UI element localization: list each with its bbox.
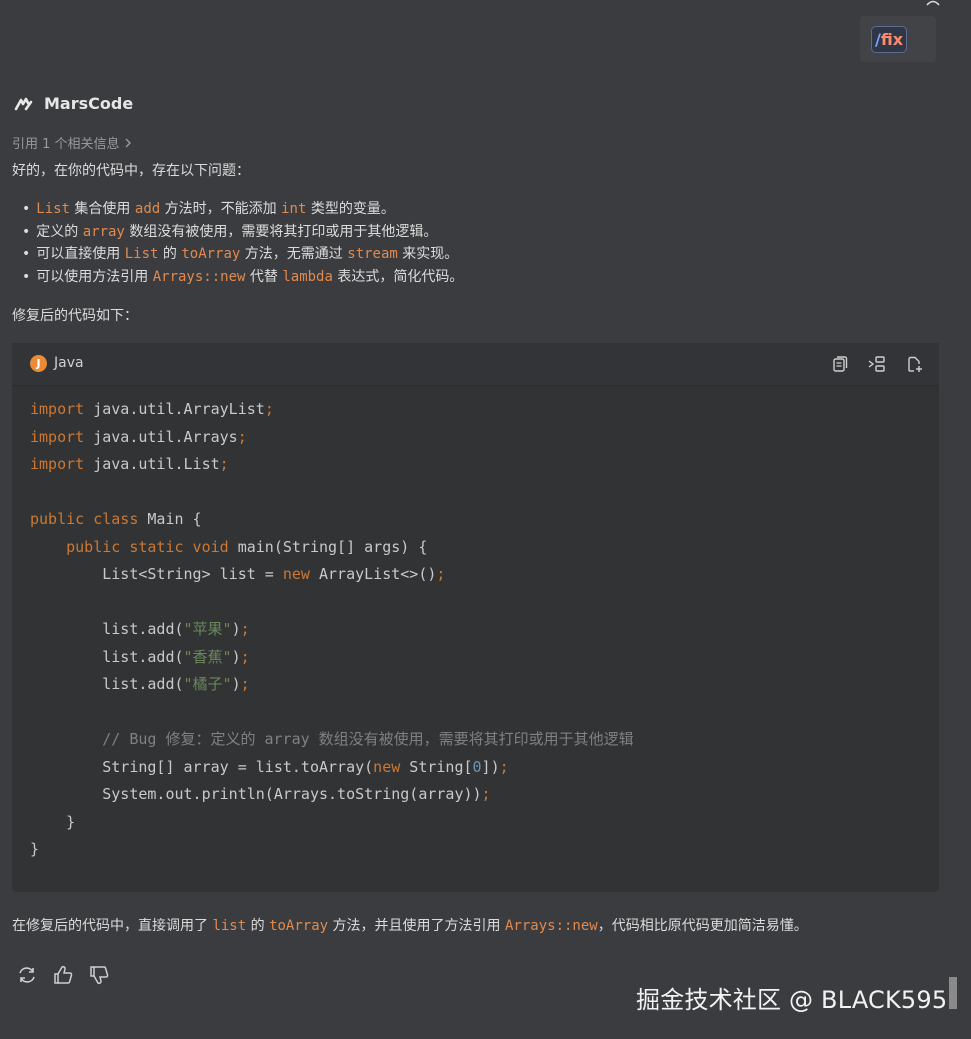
code-line: String[] array = list.toArray(new String… — [30, 757, 509, 776]
reference-label: 引用 1 个相关信息 — [12, 137, 120, 152]
chevron-right-icon — [125, 138, 131, 147]
thumbs-up-icon[interactable] — [52, 964, 74, 986]
brand-name: MarsCode — [44, 94, 134, 113]
java-icon: J — [30, 355, 47, 372]
insert-code-icon[interactable] — [867, 354, 887, 374]
code-line: list.add("苹果"); — [30, 620, 250, 638]
corner-icon — [926, 0, 940, 6]
code-line: System.out.println(Arrays.toString(array… — [30, 785, 491, 803]
code-line: } — [30, 840, 40, 858]
issue-list: • List 集合使用 add 方法时，不能添加 int 类型的变量。 • 定义的 … — [22, 198, 463, 288]
code-line: public class Main { — [30, 510, 202, 528]
thumbs-down-icon[interactable] — [88, 964, 110, 986]
assistant-header: MarsCode — [14, 94, 133, 113]
code-line: // Bug 修复：定义的 array 数组没有被使用，需要将其打印或用于其他逻… — [102, 730, 634, 748]
scrollbar-thumb[interactable] — [949, 977, 957, 1009]
reference-link[interactable]: 引用 1 个相关信息 — [12, 133, 132, 152]
code-line: } — [30, 812, 76, 831]
code-line: list.add("橘子"); — [30, 675, 250, 693]
code-line: import java.util.ArrayList; — [30, 400, 274, 418]
code-line: import java.util.Arrays; — [30, 427, 247, 446]
fixed-code-title: 修复后的代码如下： — [12, 308, 138, 324]
fix-command-area: /fix — [860, 16, 936, 62]
code-block-header: J Java — [12, 343, 939, 386]
code-line: public static void main(String[] args) { — [66, 537, 428, 556]
list-item: • 可以直接使用 List 的 toArray 方法，无需通过 stream 来实… — [22, 246, 459, 262]
list-item: • 定义的 array 数组没有被使用，需要将其打印或用于其他逻辑。 — [22, 223, 438, 240]
fix-command-chip[interactable]: /fix — [871, 26, 907, 53]
summary-text: 在修复后的代码中，直接调用了 list 的 toArray 方法，并且使用了方法… — [12, 918, 808, 934]
intro-text: 好的，在你的代码中，存在以下问题： — [12, 163, 250, 179]
list-item: • 可以使用方法引用 Arrays::new 代替 lambda 表达式，简化代码… — [22, 268, 464, 285]
code-line: List<String> list = new ArrayList<>(); — [30, 565, 446, 583]
copy-icon[interactable] — [830, 354, 850, 374]
marscode-logo-icon — [14, 97, 33, 110]
code-line: import java.util.List; — [30, 455, 229, 473]
list-item: • List 集合使用 add 方法时，不能添加 int 类型的变量。 — [22, 201, 395, 217]
response-actions — [16, 964, 124, 986]
code-line: list.add("香蕉"); — [30, 647, 250, 666]
regenerate-icon[interactable] — [16, 964, 38, 986]
code-block: J Java import java.util.ArrayList; import… — [12, 343, 939, 892]
code-content: import java.util.ArrayList; import java.u… — [30, 396, 634, 864]
watermark: 掘金技术社区 @ BLACK595 — [636, 986, 948, 1014]
code-language-label: Java — [54, 355, 84, 371]
new-file-icon[interactable] — [904, 354, 924, 374]
